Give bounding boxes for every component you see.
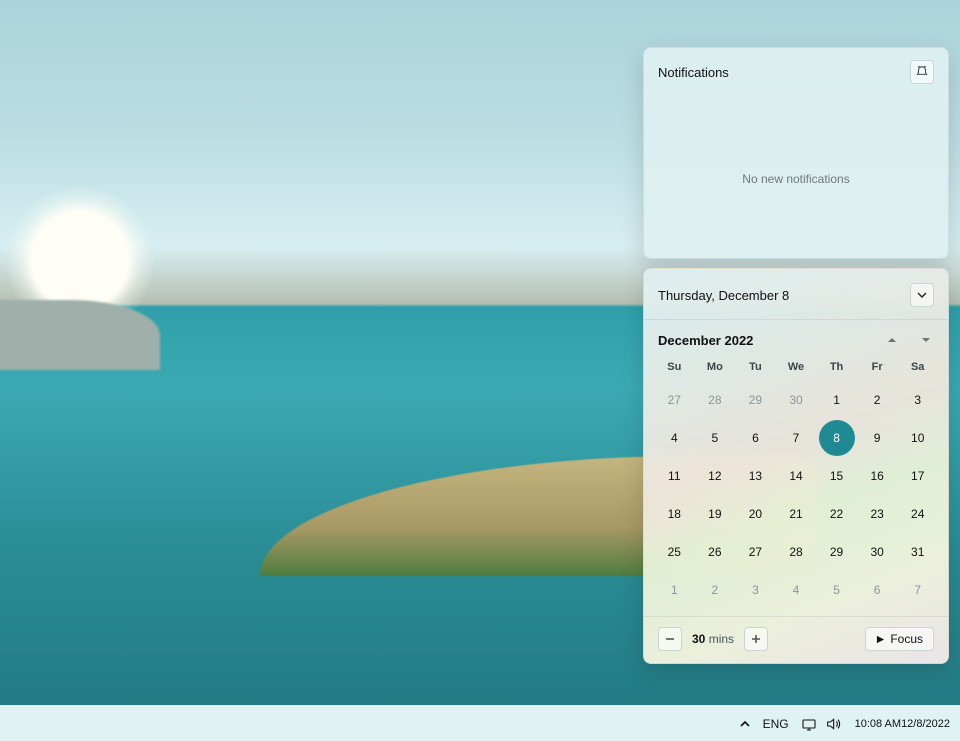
calendar-day[interactable]: 6 — [735, 420, 776, 456]
calendar-dow: Su — [654, 354, 695, 380]
notifications-panel: Notifications No new notifications — [643, 47, 949, 259]
calendar-day[interactable]: 13 — [735, 458, 776, 494]
calendar-day[interactable]: 25 — [654, 534, 695, 570]
calendar-day[interactable]: 3 — [735, 572, 776, 608]
tray-overflow-button[interactable] — [733, 706, 757, 741]
wallpaper-decor — [0, 300, 160, 370]
calendar-day[interactable]: 1 — [816, 382, 857, 418]
calendar-day[interactable]: 20 — [735, 496, 776, 532]
calendar-panel: Thursday, December 8 December 2022 SuMoT… — [643, 268, 949, 664]
calendar-prev-button[interactable] — [884, 332, 900, 348]
calendar-dow: Mo — [695, 354, 736, 380]
volume-icon — [825, 716, 841, 732]
calendar-day[interactable]: 27 — [654, 382, 695, 418]
calendar-day[interactable]: 11 — [654, 458, 695, 494]
calendar-day[interactable]: 28 — [695, 382, 736, 418]
calendar-month-label[interactable]: December 2022 — [658, 333, 753, 348]
focus-duration-value: 30 — [692, 632, 705, 646]
tray-clock[interactable]: 10:08 AM 12/8/2022 — [847, 706, 960, 741]
notifications-empty-text: No new notifications — [644, 172, 948, 186]
calendar-day[interactable]: 10 — [897, 420, 938, 456]
tray-date: 12/8/2022 — [901, 717, 950, 731]
calendar-next-button[interactable] — [918, 332, 934, 348]
focus-duration-unit: mins — [709, 632, 734, 646]
calendar-day[interactable]: 24 — [897, 496, 938, 532]
network-icon — [801, 716, 817, 732]
calendar-day[interactable]: 16 — [857, 458, 898, 494]
calendar-day[interactable]: 29 — [735, 382, 776, 418]
desktop-wallpaper[interactable]: Notifications No new notifications Thurs… — [0, 0, 960, 706]
calendar-collapse-button[interactable] — [910, 283, 934, 307]
calendar-day[interactable]: 6 — [857, 572, 898, 608]
focus-start-button[interactable]: Focus — [865, 627, 934, 651]
calendar-day[interactable]: 1 — [654, 572, 695, 608]
calendar-day[interactable]: 7 — [897, 572, 938, 608]
calendar-day[interactable]: 30 — [776, 382, 817, 418]
do-not-disturb-button[interactable] — [910, 60, 934, 84]
calendar-dow: Fr — [857, 354, 898, 380]
calendar-dow: Sa — [897, 354, 938, 380]
notifications-title: Notifications — [658, 65, 729, 80]
calendar-grid: SuMoTuWeThFrSa27282930123456789101112131… — [644, 354, 948, 616]
calendar-day[interactable]: 27 — [735, 534, 776, 570]
calendar-day[interactable]: 14 — [776, 458, 817, 494]
calendar-day[interactable]: 26 — [695, 534, 736, 570]
calendar-day[interactable]: 30 — [857, 534, 898, 570]
calendar-day[interactable]: 28 — [776, 534, 817, 570]
focus-decrease-button[interactable] — [658, 627, 682, 651]
calendar-day[interactable]: 7 — [776, 420, 817, 456]
calendar-dow: We — [776, 354, 817, 380]
taskbar: ENG 10:08 AM 12/8/2022 — [0, 705, 960, 741]
tray-language[interactable]: ENG — [757, 706, 795, 741]
calendar-dow: Th — [816, 354, 857, 380]
calendar-day[interactable]: 17 — [897, 458, 938, 494]
calendar-day[interactable]: 9 — [857, 420, 898, 456]
calendar-day[interactable]: 4 — [776, 572, 817, 608]
calendar-day[interactable]: 2 — [857, 382, 898, 418]
focus-increase-button[interactable] — [744, 627, 768, 651]
tray-quick-settings[interactable] — [795, 706, 847, 741]
calendar-day[interactable]: 3 — [897, 382, 938, 418]
calendar-day[interactable]: 31 — [897, 534, 938, 570]
calendar-full-date[interactable]: Thursday, December 8 — [658, 288, 789, 303]
calendar-day[interactable]: 18 — [654, 496, 695, 532]
calendar-day[interactable]: 23 — [857, 496, 898, 532]
calendar-day[interactable]: 12 — [695, 458, 736, 494]
calendar-day[interactable]: 19 — [695, 496, 736, 532]
calendar-day[interactable]: 5 — [695, 420, 736, 456]
calendar-day[interactable]: 5 — [816, 572, 857, 608]
calendar-dow: Tu — [735, 354, 776, 380]
calendar-day[interactable]: 15 — [816, 458, 857, 494]
calendar-day[interactable]: 2 — [695, 572, 736, 608]
tray-time: 10:08 AM — [855, 717, 901, 731]
calendar-day-today[interactable]: 8 — [819, 420, 855, 456]
calendar-day[interactable]: 22 — [816, 496, 857, 532]
calendar-day[interactable]: 21 — [776, 496, 817, 532]
calendar-day[interactable]: 4 — [654, 420, 695, 456]
calendar-day[interactable]: 29 — [816, 534, 857, 570]
focus-button-label: Focus — [890, 632, 923, 646]
